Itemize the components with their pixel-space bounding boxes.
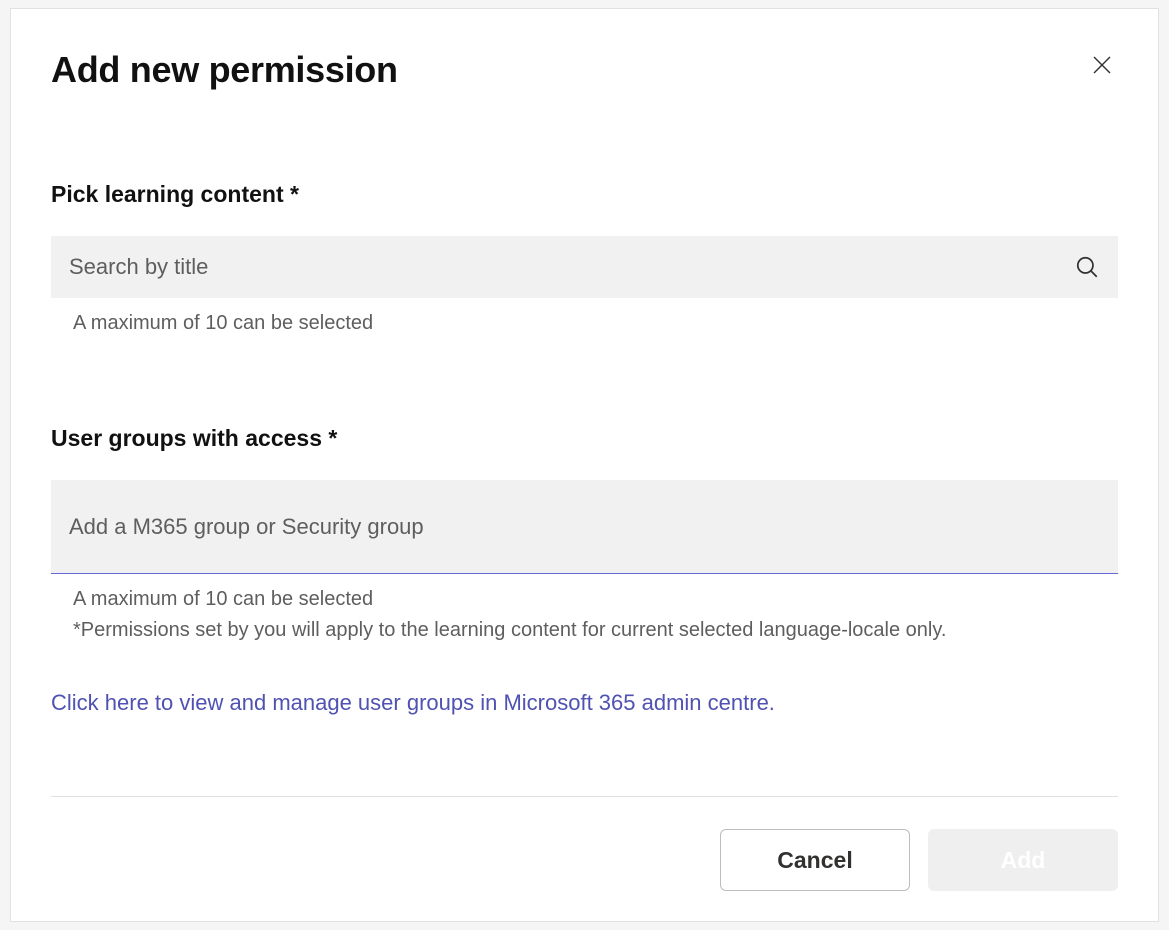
manage-groups-link[interactable]: Click here to view and manage user group…: [51, 690, 775, 716]
user-groups-section: User groups with access * A maximum of 1…: [51, 425, 1118, 716]
cancel-button[interactable]: Cancel: [720, 829, 910, 891]
content-helper-text: A maximum of 10 can be selected: [51, 312, 1118, 335]
groups-helper-text: A maximum of 10 can be selected: [51, 588, 1118, 611]
user-groups-label: User groups with access *: [51, 425, 1118, 452]
panel-footer: Cancel Add: [51, 796, 1118, 891]
content-search-input[interactable]: [51, 236, 1118, 298]
search-wrapper: [51, 236, 1118, 298]
pick-content-label: Pick learning content *: [51, 181, 1118, 208]
panel-title: Add new permission: [51, 49, 398, 91]
user-groups-input[interactable]: [51, 480, 1118, 574]
add-button[interactable]: Add: [928, 829, 1118, 891]
add-permission-panel: Add new permission Pick learning content…: [10, 8, 1159, 922]
groups-note-text: *Permissions set by you will apply to th…: [51, 619, 1118, 642]
panel-header: Add new permission: [51, 49, 1118, 91]
close-button[interactable]: [1086, 49, 1118, 81]
close-icon: [1090, 53, 1114, 77]
pick-content-section: Pick learning content * A maximum of 10 …: [51, 181, 1118, 335]
